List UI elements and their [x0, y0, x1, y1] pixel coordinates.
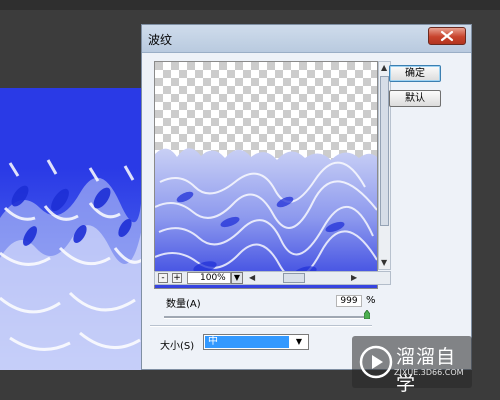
- watermark-subtitle: ZIXUE.3D66.COM: [394, 368, 464, 377]
- filter-preview[interactable]: [154, 61, 378, 289]
- size-select[interactable]: 中 ▼: [203, 334, 309, 350]
- vertical-scroll-thumb[interactable]: [380, 76, 389, 226]
- amount-slider[interactable]: [164, 316, 369, 319]
- preview-image: [155, 62, 377, 288]
- horizontal-scroll-thumb[interactable]: [283, 273, 305, 283]
- scroll-left-icon[interactable]: ◀: [249, 273, 255, 282]
- app-top-strip: [0, 0, 500, 10]
- scroll-right-icon[interactable]: ▶: [351, 273, 357, 282]
- zoom-in-button[interactable]: +: [172, 273, 182, 283]
- amount-slider-thumb[interactable]: [364, 310, 370, 319]
- dialog-title: 波纹: [148, 33, 173, 47]
- amount-unit: %: [366, 295, 376, 306]
- play-logo-icon: [359, 345, 393, 379]
- ripple-filter-dialog: 波纹 ▲ ▼ - + 100% ▼ ◀ ▶ 确定 默认 数量(A) 999 % …: [141, 24, 472, 370]
- chevron-down-icon: ▼: [233, 273, 241, 282]
- amount-input[interactable]: 999: [336, 295, 362, 307]
- size-selected-value: 中: [205, 336, 289, 348]
- preview-zoom-bar: - + 100% ▼ ◀ ▶: [154, 271, 391, 285]
- close-button[interactable]: [428, 27, 466, 45]
- amount-label: 数量(A): [166, 299, 201, 310]
- scroll-up-icon[interactable]: ▲: [381, 63, 387, 72]
- document-canvas: [0, 88, 142, 370]
- scroll-down-icon[interactable]: ▼: [381, 258, 387, 267]
- ok-button[interactable]: 确定: [389, 65, 441, 82]
- close-icon: [440, 30, 454, 42]
- section-divider: [150, 325, 372, 327]
- zoom-level[interactable]: 100%: [187, 272, 231, 284]
- dialog-titlebar[interactable]: 波纹: [142, 25, 471, 53]
- zoom-out-button[interactable]: -: [158, 273, 168, 283]
- watermark: 溜溜自学 ZIXUE.3D66.COM: [352, 336, 472, 395]
- zoom-dropdown-button[interactable]: ▼: [231, 272, 243, 284]
- size-label: 大小(S): [160, 341, 195, 352]
- chevron-down-icon[interactable]: ▼: [291, 336, 307, 348]
- default-button[interactable]: 默认: [389, 90, 441, 107]
- canvas-ripple-art: [0, 88, 142, 370]
